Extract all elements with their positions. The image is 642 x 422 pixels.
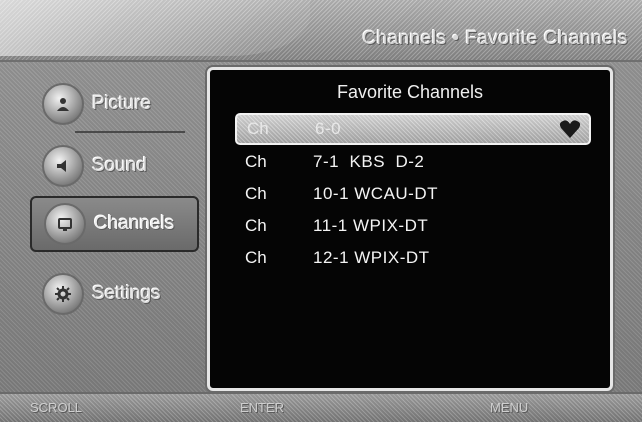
tv-menu-screen: Channels • Favorite Channels Picture Sou… <box>0 0 642 422</box>
channel-prefix: Ch <box>245 184 267 203</box>
channel-prefix: Ch <box>247 119 269 138</box>
scroll-hint: SCROLL <box>30 400 83 415</box>
header-bar: Channels • Favorite Channels <box>0 0 642 62</box>
channel-prefix: Ch <box>245 248 267 267</box>
header-decoration <box>0 0 310 56</box>
sidebar-item-sound[interactable]: Sound <box>30 140 195 192</box>
channel-name: 11-1 WPIX-DT <box>313 216 429 235</box>
channel-name: 12-1 WPIX-DT <box>313 248 430 267</box>
enter-hint: ENTER <box>240 400 285 415</box>
sidebar-item-label: Settings <box>92 283 161 304</box>
sidebar-item-label: Channels <box>94 213 175 234</box>
breadcrumb: Channels • Favorite Channels <box>362 28 628 49</box>
sidebar-item-label: Sound <box>92 155 147 176</box>
sidebar-divider <box>75 131 185 133</box>
channel-row[interactable]: Ch 11-1 WPIX-DT <box>235 212 587 240</box>
sidebar-item-label: Picture <box>92 93 152 114</box>
sidebar-item-picture[interactable]: Picture <box>30 78 195 130</box>
channel-row[interactable]: Ch 10-1 WCAU-DT <box>235 180 587 208</box>
heart-icon <box>559 119 581 139</box>
menu-hint: MENU <box>490 400 529 415</box>
favorite-channels-panel: Favorite Channels Ch 6-0 Ch 7-1 KBS D-2 … <box>207 67 613 391</box>
panel-title: Favorite Channels <box>336 82 484 102</box>
sidebar-menu: Picture Sound Channels Settings <box>30 78 200 318</box>
channel-row[interactable]: Ch 12-1 WPIX-DT <box>235 244 587 272</box>
channel-prefix: Ch <box>245 216 267 235</box>
channel-name: 7-1 KBS D-2 <box>313 152 425 171</box>
channel-row[interactable]: Ch 6-0 <box>235 113 591 145</box>
picture-icon <box>42 83 84 125</box>
channel-name: 6-0 <box>315 119 342 138</box>
channel-row[interactable]: Ch 7-1 KBS D-2 <box>235 148 587 176</box>
channel-prefix: Ch <box>245 152 267 171</box>
gear-icon <box>42 273 84 315</box>
sidebar-item-settings[interactable]: Settings <box>30 268 195 320</box>
tv-icon <box>44 203 86 245</box>
speaker-icon <box>42 145 84 187</box>
sidebar-item-channels[interactable]: Channels <box>30 196 199 252</box>
footer-hint-bar: SCROLL ENTER MENU <box>0 392 642 422</box>
channel-name: 10-1 WCAU-DT <box>313 184 439 203</box>
